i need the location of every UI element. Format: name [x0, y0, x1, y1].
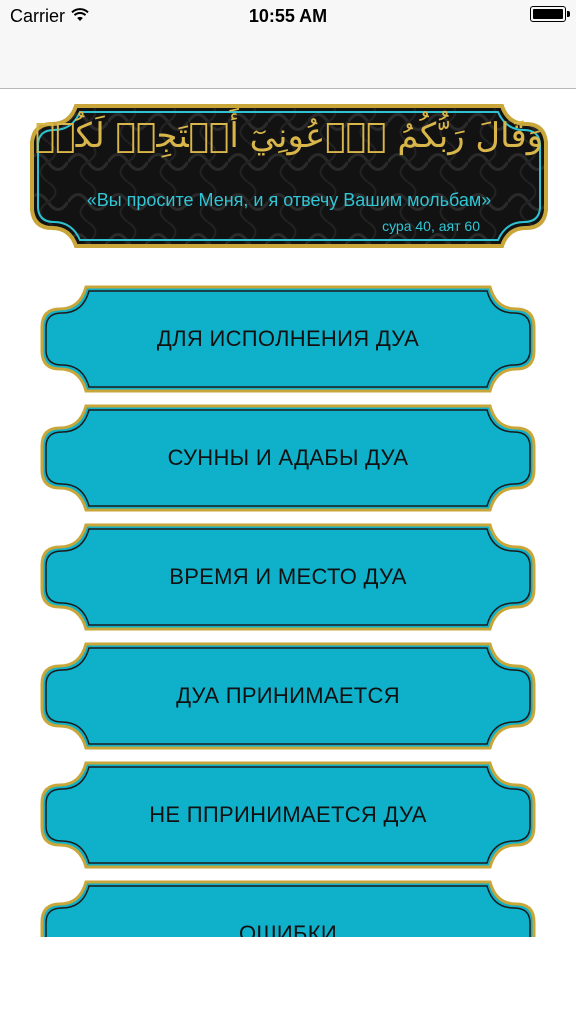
menu-button-mistakes[interactable]: ОШИБКИ [40, 880, 536, 937]
menu-button-label: ВРЕМЯ И МЕСТО ДУА [169, 564, 407, 589]
menu-button-performing-dua[interactable]: ДЛЯ ИСПОЛНЕНИЯ ДУА [40, 285, 536, 393]
menu-button-label: НЕ ППРИНИМАЕТСЯ ДУА [149, 802, 427, 827]
menu-button-label: ДЛЯ ИСПОЛНЕНИЯ ДУА [156, 326, 420, 351]
verse-reference: сура 40, аят 60 [382, 218, 480, 234]
battery-icon [530, 6, 570, 22]
menu-button-time-place[interactable]: ВРЕМЯ И МЕСТО ДУА [40, 523, 536, 631]
menu-button-label: ОШИБКИ [239, 921, 337, 937]
arabic-verse: وَقَالَ رَبُّكُمُ ٱدۡعُونِيٓ أَسۡتَجِبۡ … [34, 116, 544, 156]
verse-translation: «Вы просите Меня, и я отвечу Вашим мольб… [86, 190, 492, 210]
menu-list: ДЛЯ ИСПОЛНЕНИЯ ДУА СУННЫ И АДАБЫ ДУА ВРЕ… [40, 285, 536, 937]
clock: 10:55 AM [248, 6, 328, 26]
status-bar: Carrier 10:55 AM [0, 0, 576, 36]
menu-button-dua-accepted[interactable]: ДУА ПРИНИМАЕТСЯ [40, 642, 536, 750]
menu-button-label: ДУА ПРИНИМАЕТСЯ [176, 683, 400, 708]
menu-button-dua-not-accepted[interactable]: НЕ ППРИНИМАЕТСЯ ДУА [40, 761, 536, 869]
menu-button-sunnahs-adabs[interactable]: СУННЫ И АДАБЫ ДУА [40, 404, 536, 512]
menu-button-label: СУННЫ И АДАБЫ ДУА [167, 445, 409, 470]
verse-banner: وَقَالَ رَبُّكُمُ ٱدۡعُونِيٓ أَسۡتَجِبۡ … [28, 102, 550, 250]
